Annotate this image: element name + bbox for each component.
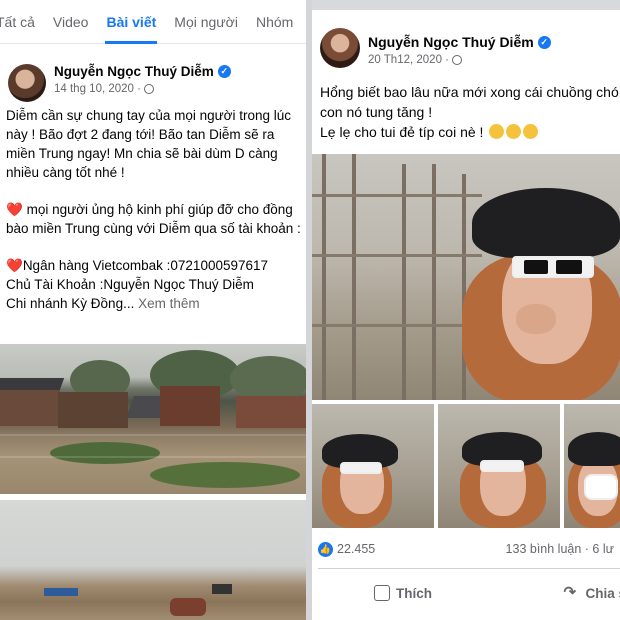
tab-video[interactable]: Video	[44, 0, 98, 44]
author-name[interactable]: Nguyễn Ngọc Thuý Diễm	[54, 64, 214, 79]
thumbs-up-icon	[374, 585, 390, 601]
photo-thumbnail[interactable]	[438, 404, 560, 528]
right-post-panel: Nguyễn Ngọc Thuý Diễm ✓ 20 Th12, 2020 · …	[312, 10, 620, 620]
see-more-link[interactable]: Xem thêm	[138, 296, 200, 311]
share-button[interactable]: ↷ Chia s	[563, 584, 620, 601]
post-date[interactable]: 14 thg 10, 2020 ·	[54, 83, 141, 95]
tab-groups[interactable]: Nhóm	[247, 0, 302, 44]
rough-sea-photo[interactable]	[0, 500, 306, 620]
photo-thumbnail[interactable]	[312, 404, 434, 528]
globe-icon	[143, 84, 154, 94]
reaction-stats: 👍 22.455 133 bình luận · 6 lư	[312, 536, 620, 562]
construction-selfie-photo[interactable]	[312, 154, 620, 400]
post-paragraph: Diễm cần sự chung tay của mọi người tron…	[6, 108, 292, 180]
like-label: Thích	[396, 585, 432, 601]
action-divider	[318, 568, 620, 569]
heart-icon: ❤️	[6, 258, 23, 273]
like-reaction-icon: 👍	[318, 541, 333, 557]
flood-photo[interactable]	[0, 344, 306, 494]
tab-all[interactable]: Tất cả	[0, 0, 44, 44]
author-name[interactable]: Nguyễn Ngọc Thuý Diễm	[368, 34, 534, 50]
photo-thumbnail[interactable]	[564, 404, 620, 528]
right-post-text: Hổng biết bao lâu nữa mới xong cái chuồn…	[320, 82, 620, 142]
heart-icon: ❤️	[6, 202, 23, 217]
comment-count[interactable]: 133 bình luận · 6 lư	[506, 542, 614, 556]
grin-emoji-icon	[523, 124, 539, 139]
right-post-header: Nguyễn Ngọc Thuý Diễm ✓ 20 Th12, 2020 ·	[312, 10, 620, 80]
left-post-panel: Tất cả Video Bài viết Mọi người Nhóm Ngu…	[0, 0, 306, 620]
post-line: Lẹ lẹ cho tui đẻ típ coi nè !	[320, 122, 620, 142]
avatar[interactable]	[320, 28, 360, 68]
post-date[interactable]: 20 Th12, 2020 ·	[368, 54, 449, 66]
post-actions: Thích ↷ Chia s	[312, 576, 620, 610]
verified-badge-icon: ✓	[537, 35, 551, 49]
post-line: Hổng biết bao lâu nữa mới xong cái chuồn…	[320, 84, 619, 120]
share-arrow-icon: ↷	[563, 584, 577, 601]
like-button[interactable]: Thích	[374, 585, 432, 601]
grin-emoji-icon	[489, 124, 505, 139]
screenshot-collage: Tất cả Video Bài viết Mọi người Nhóm Ngu…	[0, 0, 620, 620]
share-label: Chia s	[585, 585, 620, 601]
grin-emoji-icon	[506, 124, 522, 139]
post-paragraph: ❤️ mọi người ủng hộ kinh phí giúp đỡ cho…	[6, 202, 301, 236]
avatar[interactable]	[8, 64, 46, 102]
globe-icon	[452, 55, 462, 65]
tab-posts[interactable]: Bài viết	[97, 0, 165, 44]
verified-badge-icon: ✓	[217, 65, 231, 78]
search-tabs: Tất cả Video Bài viết Mọi người Nhóm	[0, 0, 306, 44]
photo-thumbnails	[312, 404, 620, 528]
reaction-count[interactable]: 22.455	[337, 542, 375, 556]
top-bar	[312, 0, 620, 10]
tab-people[interactable]: Mọi người	[165, 0, 247, 44]
bank-info: ❤️Ngân hàng Vietcombak :0721000597617 Ch…	[6, 258, 269, 311]
left-post-text: Diễm cần sự chung tay của mọi người tron…	[6, 106, 302, 313]
